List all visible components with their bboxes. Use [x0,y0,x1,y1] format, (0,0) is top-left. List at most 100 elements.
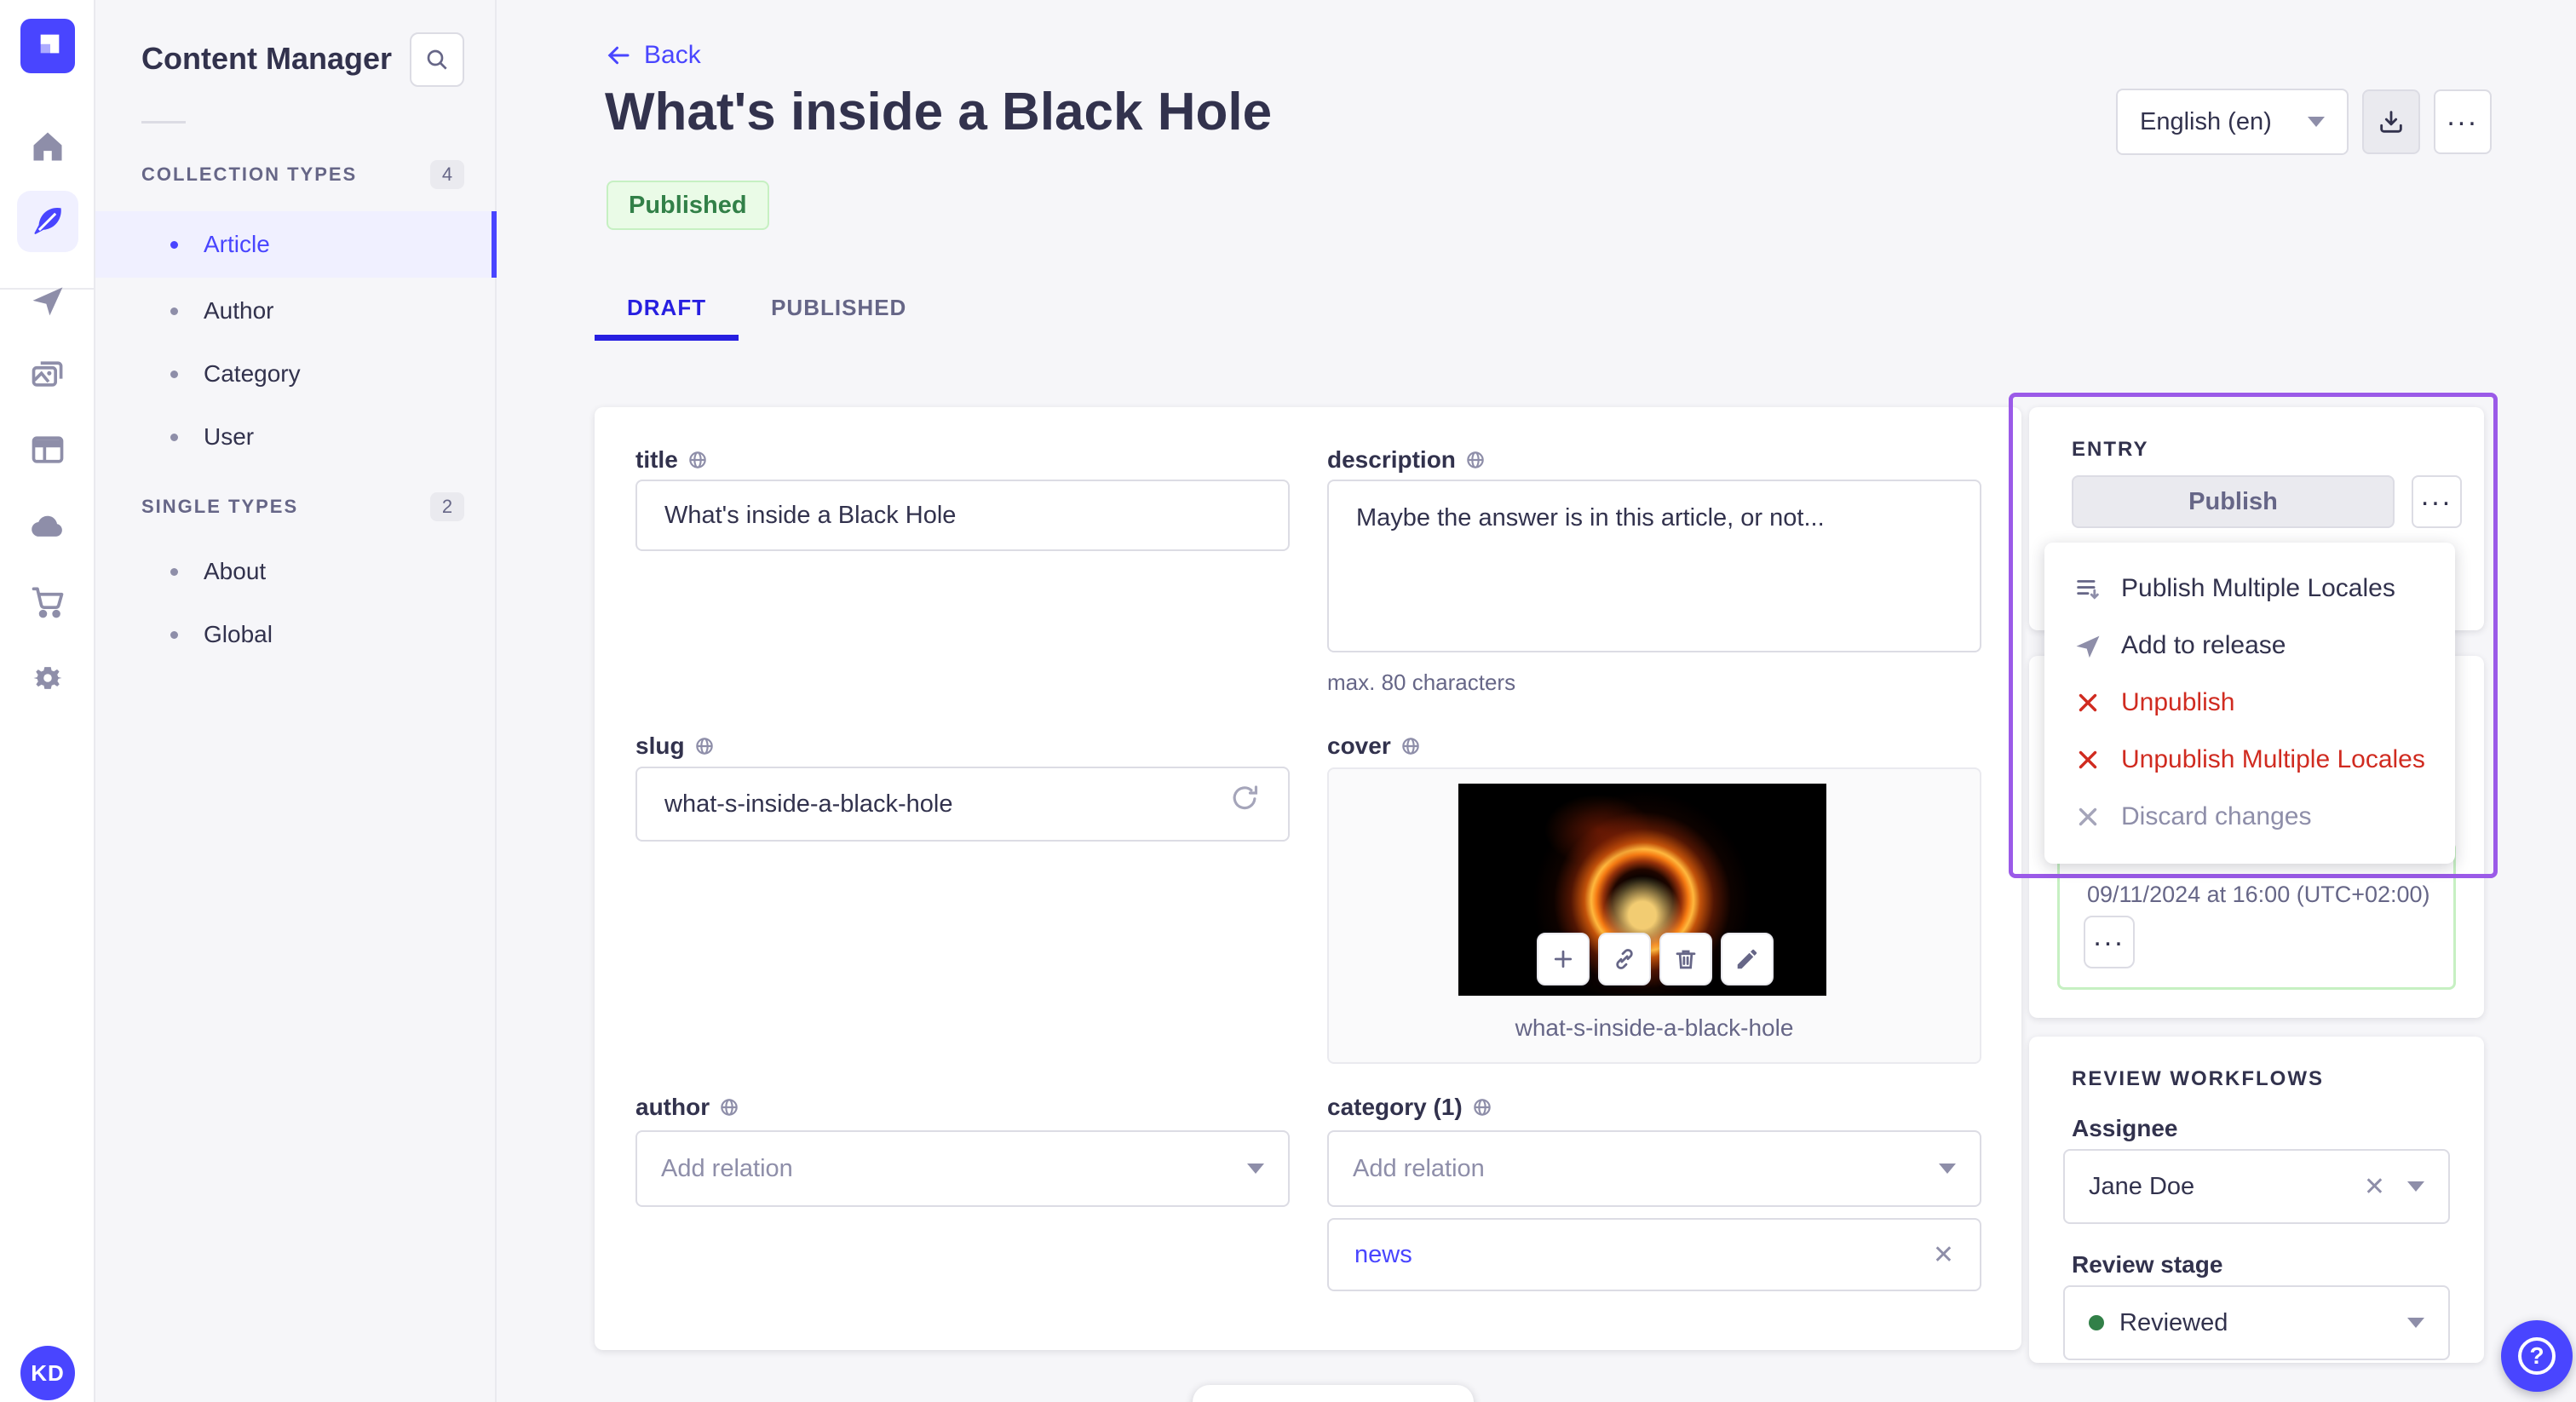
strapi-logo[interactable] [20,19,75,73]
header-more-button[interactable]: ... [2434,89,2492,154]
add-asset-button[interactable] [1537,933,1590,985]
page-title: What's inside a Black Hole [605,83,1273,141]
cross-icon [2079,807,2097,825]
active-tab-underline [595,335,739,341]
bullet-icon [170,433,178,441]
entry-more-button[interactable]: ... [2412,475,2462,528]
menu-item-label: Unpublish Multiple Locales [2121,744,2425,773]
nav-content-type-builder[interactable] [17,419,78,480]
search-icon [427,49,447,70]
bullet-icon [170,370,178,378]
chevron-down-icon [2308,117,2325,127]
sidebar-item-label: Global [204,621,273,647]
sidebar-item-label: User [204,423,255,450]
search-button[interactable] [410,32,464,87]
scheduled-info-box: 09/11/2024 at 16:00 (UTC+02:00) ... [2057,842,2456,990]
cover-filename: what-s-inside-a-black-hole [1515,1014,1794,1041]
plus-icon [1554,950,1573,968]
menu-item-unpublish-multiple-locales[interactable]: Unpublish Multiple Locales [2044,731,2455,788]
publish-button[interactable]: Publish [2072,475,2395,528]
tab-published[interactable]: PUBLISHED [739,281,939,334]
collection-types-count: 4 [430,160,464,189]
author-relation-select[interactable]: Add relation [635,1130,1290,1207]
slug-input[interactable] [635,767,1290,842]
sidebar-item-about[interactable]: About [95,538,497,605]
ellipsis-icon: ... [2447,100,2479,132]
sidebar-item-author[interactable]: Author [95,278,497,344]
edit-asset-button[interactable] [1721,933,1774,985]
clear-assignee-icon[interactable]: ✕ [2364,1172,2385,1202]
layout-icon [32,436,64,463]
strapi-logo-icon [40,34,60,54]
scheduled-more-button[interactable]: ... [2084,916,2135,968]
description-textarea[interactable]: Maybe the answer is in this article, or … [1327,480,1981,652]
collection-types-header: COLLECTION TYPES 4 [141,160,464,189]
sidebar-item-user[interactable]: User [95,404,497,470]
cover-label-text: cover [1327,733,1391,759]
cross-icon [2079,693,2097,711]
bullet-icon [170,567,178,576]
assignee-select[interactable]: Jane Doe ✕ [2063,1149,2450,1224]
tab-published-label: PUBLISHED [771,294,907,320]
trash-icon [1676,950,1696,969]
relation-link-news[interactable]: news [1354,1241,1412,1269]
tab-draft[interactable]: DRAFT [595,281,739,341]
floating-toolbar-pill[interactable] [1193,1385,1474,1402]
sidebar-item-label: Category [204,360,301,387]
globe-icon [1401,738,1419,755]
nav-settings[interactable] [17,647,78,709]
version-tabs: DRAFT PUBLISHED [595,281,939,341]
delete-asset-button[interactable] [1659,933,1712,985]
status-badge: Published [607,181,769,230]
chevron-down-icon [1247,1164,1264,1174]
sidebar-item-global[interactable]: Global [95,601,497,668]
author-field-label: author [635,1094,740,1121]
title-label-text: title [635,446,678,473]
sidebar-item-label: Author [204,297,274,324]
nav-releases[interactable] [17,269,78,330]
question-mark-icon: ? [2518,1337,2556,1375]
nav-content-manager[interactable] [17,191,78,252]
bullet-icon [170,630,178,639]
review-stage-select[interactable]: Reviewed [2063,1285,2450,1360]
category-placeholder: Add relation [1353,1154,1485,1182]
menu-item-discard-changes[interactable]: Discard changes [2044,788,2455,845]
user-avatar[interactable]: KD [20,1346,75,1400]
menu-item-add-to-release[interactable]: Add to release [2044,617,2455,674]
globe-icon [721,1099,738,1116]
link-icon [1616,949,1633,969]
sidebar-item-category[interactable]: Category [95,341,497,407]
gear-icon [33,667,62,689]
paper-plane-icon [2076,635,2100,658]
nav-marketplace[interactable] [17,571,78,632]
locale-select[interactable]: English (en) [2116,89,2349,155]
tab-draft-label: DRAFT [627,294,707,320]
title-input[interactable] [635,480,1290,551]
review-stage-label: Review stage [2072,1251,2223,1278]
slug-field-label: slug [635,733,716,760]
nav-deploy[interactable] [17,496,78,557]
menu-item-label: Add to release [2121,630,2286,659]
export-button[interactable] [2362,89,2420,154]
help-button[interactable]: ? [2501,1320,2573,1392]
menu-item-label: Discard changes [2121,802,2312,830]
category-relation-select[interactable]: Add relation [1327,1130,1981,1207]
nav-home[interactable] [17,116,78,177]
sidebar-item-article[interactable]: Article [95,211,497,278]
arrow-left-icon [607,46,630,65]
stage-value-wrap: Reviewed [2089,1309,2228,1337]
menu-item-label: Publish Multiple Locales [2121,573,2395,602]
menu-item-publish-multiple-locales[interactable]: Publish Multiple Locales [2044,560,2455,617]
menu-item-unpublish[interactable]: Unpublish [2044,674,2455,731]
refresh-icon [1233,785,1258,810]
single-types-header: SINGLE TYPES 2 [141,492,464,521]
nav-media-library[interactable] [17,344,78,405]
slug-regenerate-button[interactable] [1228,782,1261,819]
description-field-label: description [1327,446,1486,474]
single-types-label: SINGLE TYPES [141,496,299,517]
back-link[interactable]: Back [607,41,701,70]
stage-status-dot [2089,1315,2104,1330]
remove-relation-icon[interactable]: ✕ [1933,1240,1954,1270]
copy-link-button[interactable] [1598,933,1651,985]
header-actions: English (en) ... [2116,89,2492,155]
